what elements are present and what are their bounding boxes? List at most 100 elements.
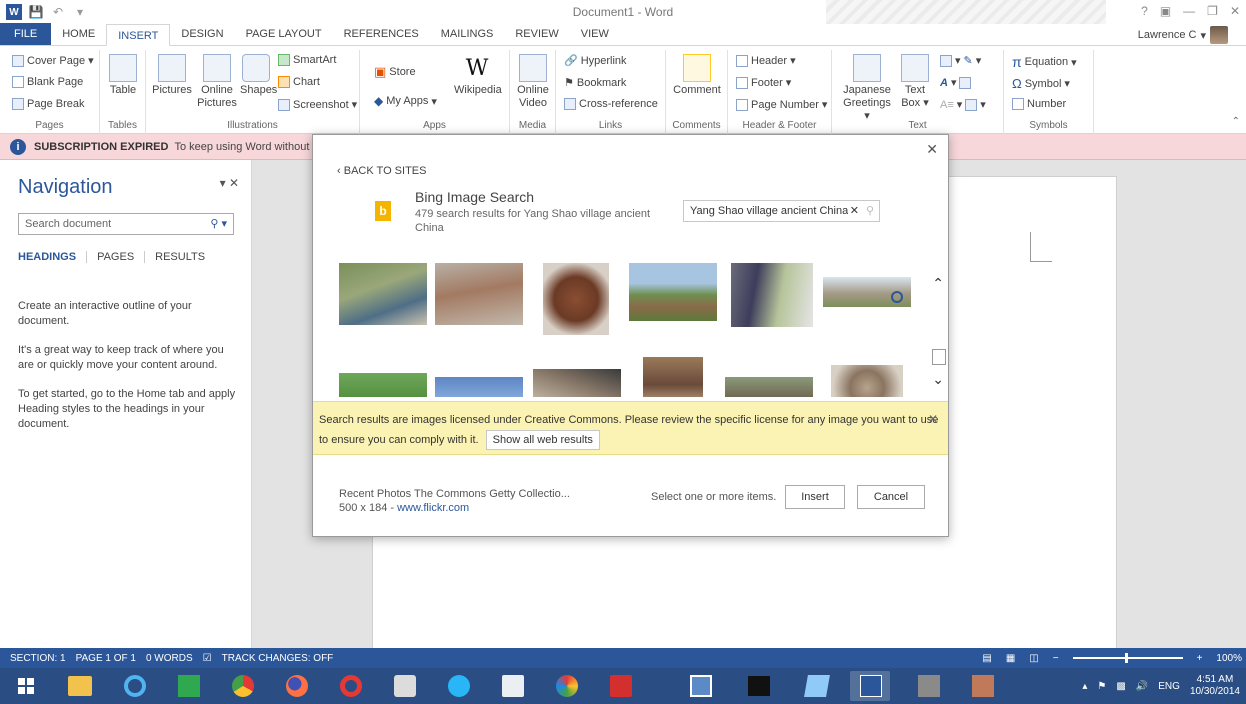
acrobat-icon[interactable] [600,671,640,701]
flag-icon[interactable]: ⚑ [1097,681,1106,692]
quick-parts-button[interactable]: ▾ ✎ ▾ [940,54,981,67]
language-indicator[interactable]: ENG [1158,681,1180,692]
word-taskbar-icon[interactable] [850,671,890,701]
wikipedia-button[interactable]: W Wikipedia [454,54,502,97]
image-search-input[interactable]: Yang Shao village ancient China ✕ ⚲ [683,200,880,222]
text-box-button[interactable]: Text Box ▾ [900,54,930,110]
track-changes-status[interactable]: TRACK CHANGES: OFF [222,653,334,664]
start-button[interactable] [8,671,44,701]
wordart-button[interactable]: A ▾ [940,76,972,89]
sticky-app-icon[interactable] [796,671,836,701]
symbol-button[interactable]: Ω Symbol ▾ [1012,76,1070,91]
result-image[interactable] [731,263,813,327]
back-to-sites-link[interactable]: ‹ BACK TO SITES [337,165,426,177]
result-image[interactable] [435,263,523,325]
read-mode-icon[interactable]: ▤ [982,653,991,664]
result-image[interactable] [725,377,813,397]
web-layout-icon[interactable]: ◫ [1029,653,1038,664]
store-button[interactable]: ▣ Store [374,64,416,80]
smartart-button[interactable]: SmartArt [278,54,336,66]
page-indicator[interactable]: PAGE 1 OF 1 [76,653,136,664]
print-layout-icon[interactable]: ▦ [1006,653,1015,664]
scroll-up-icon[interactable]: ⌃ [932,275,944,292]
screenshot-button[interactable]: Screenshot ▾ [278,98,357,111]
paint-icon[interactable] [546,671,586,701]
equation-button[interactable]: π Equation ▾ [1012,54,1077,70]
package-icon[interactable] [962,671,1002,701]
object-icon[interactable] [965,98,978,111]
clear-search-icon[interactable]: ✕ [847,201,859,221]
tab-review[interactable]: REVIEW [504,23,569,45]
result-image[interactable] [629,263,717,321]
result-image[interactable] [543,263,609,335]
dictionary-icon[interactable] [492,671,532,701]
command-prompt-icon[interactable] [738,671,778,701]
tab-home[interactable]: HOME [51,23,106,45]
cover-page-button[interactable]: Cover Page ▾ [12,54,94,67]
bookmark-button[interactable]: ⚑ Bookmark [564,76,626,90]
chrome-icon[interactable] [222,671,262,701]
page-number-button[interactable]: Page Number ▾ [736,98,827,111]
search-icon[interactable]: ⚲ [865,201,874,221]
tab-headings[interactable]: HEADINGS [18,251,88,263]
account-menu[interactable]: Lawrence C ▾ [1138,26,1228,44]
zoom-icon[interactable] [891,291,903,303]
comment-button[interactable]: Comment [672,54,722,97]
drop-cap-button[interactable]: A≡ ▾ ▾ [940,98,986,111]
tab-insert[interactable]: INSERT [106,24,171,46]
my-apps-button[interactable]: ◆ My Apps ▾ [374,94,437,108]
tab-file[interactable]: FILE [0,23,52,45]
result-image[interactable] [643,357,703,397]
cancel-button[interactable]: Cancel [857,485,925,509]
tab-mailings[interactable]: MAILINGS [430,23,505,45]
result-image[interactable] [831,365,903,397]
clock[interactable]: 4:51 AM 10/30/2014 [1190,674,1240,698]
result-image[interactable] [339,373,427,397]
app-icon[interactable] [384,671,424,701]
hyperlink-button[interactable]: 🔗 Hyperlink [564,54,627,68]
tab-references[interactable]: REFERENCES [333,23,430,45]
image-source-link[interactable]: www.flickr.com [397,502,469,514]
tray-expand-icon[interactable]: ▴ [1082,681,1087,692]
japanese-greetings-button[interactable]: Japanese Greetings ▾ [840,54,894,123]
tab-results[interactable]: RESULTS [155,251,215,263]
tab-page-layout[interactable]: PAGE LAYOUT [235,23,333,45]
zoom-in-icon[interactable]: + [1197,653,1203,664]
shapes-button[interactable]: Shapes [240,54,277,97]
online-video-button[interactable]: Online Video [516,54,550,110]
tab-view[interactable]: VIEW [570,23,620,45]
result-image[interactable] [435,377,523,397]
volume-icon[interactable]: 🔊 [1136,681,1148,692]
photos-icon[interactable] [680,671,720,701]
pane-options-icon[interactable]: ▾ [220,176,226,190]
zoom-level[interactable]: 100% [1216,653,1242,664]
insert-button[interactable]: Insert [785,485,845,509]
help-icon[interactable]: ? [1141,4,1148,18]
result-image[interactable] [339,263,427,325]
opera-icon[interactable] [330,671,370,701]
search-document-input[interactable]: Search document ⚲ ▾ [18,213,234,235]
minimize-icon[interactable]: — [1183,4,1195,18]
scroll-down-icon[interactable]: ⌄ [932,371,944,388]
scrollbar-thumb[interactable] [932,349,946,365]
internet-explorer-icon[interactable] [114,671,154,701]
restore-icon[interactable]: ❐ [1207,4,1218,18]
close-icon[interactable]: ✕ [926,141,938,158]
store-icon[interactable] [168,671,208,701]
file-explorer-icon[interactable] [60,671,100,701]
zoom-slider[interactable] [1072,653,1183,663]
zoom-out-icon[interactable]: − [1053,653,1059,664]
footer-button[interactable]: Footer ▾ [736,76,791,89]
close-pane-icon[interactable]: ✕ [229,176,239,190]
close-window-icon[interactable]: ✕ [1230,4,1240,18]
result-image[interactable] [533,369,621,397]
dismiss-notice-icon[interactable]: ✕ [928,409,938,429]
search-icon[interactable]: ⚲ ▾ [210,214,227,234]
network-icon[interactable]: ▩ [1116,681,1125,692]
media-player-icon[interactable] [438,671,478,701]
proofing-icon[interactable]: ☑ [203,653,212,664]
word-count[interactable]: 0 WORDS [146,653,193,664]
number-button[interactable]: Number [1012,98,1066,110]
header-button[interactable]: Header ▾ [736,54,796,67]
chart-button[interactable]: Chart [278,76,320,88]
